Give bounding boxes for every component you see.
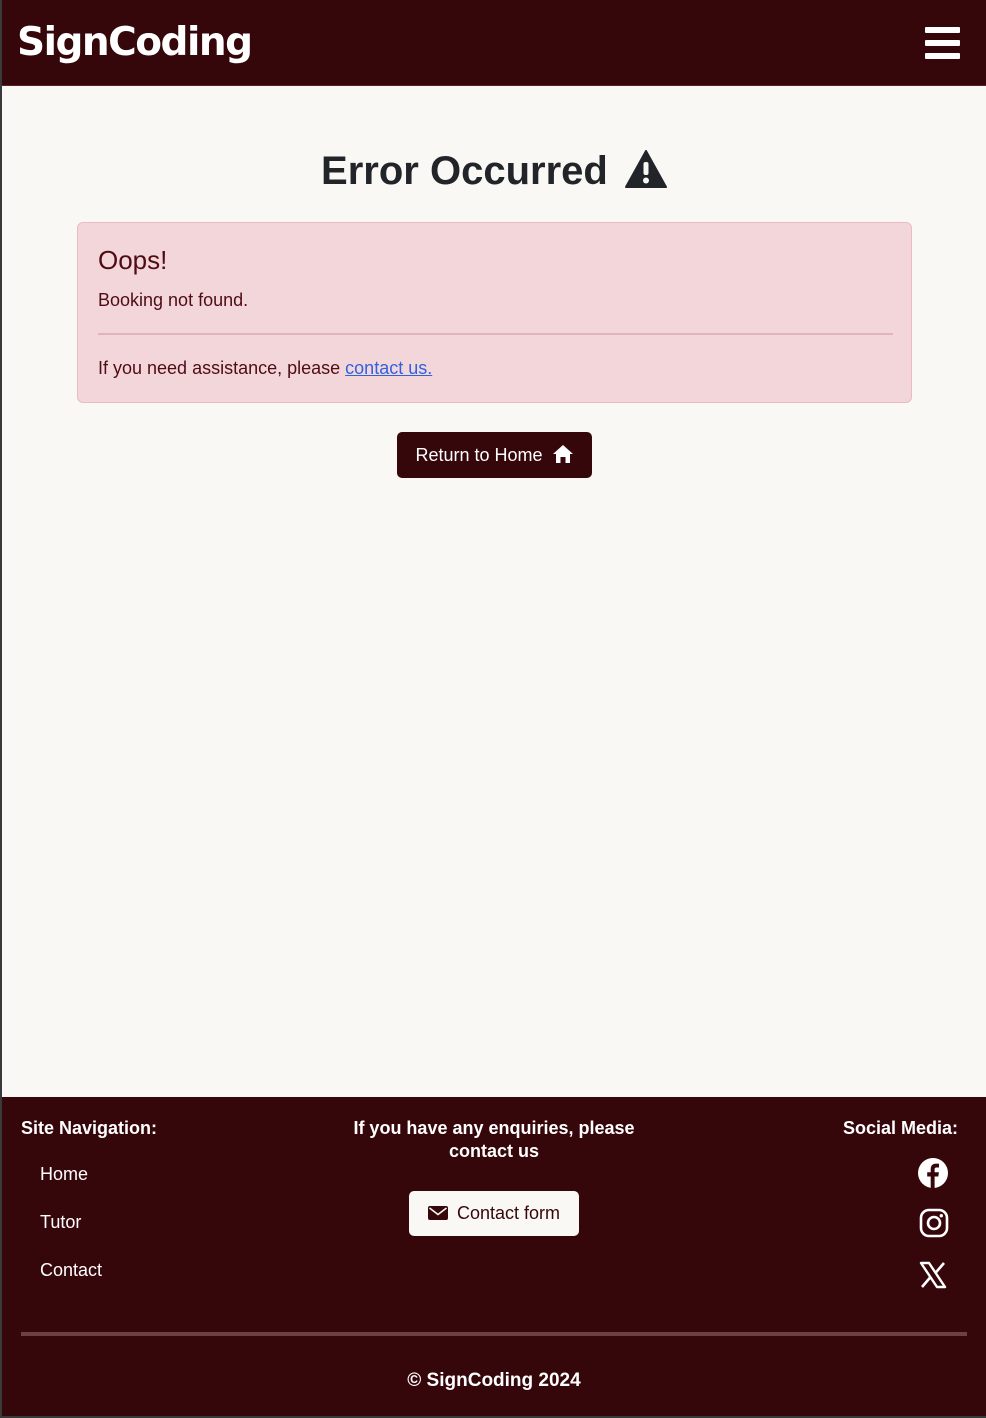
x-twitter-icon[interactable] <box>919 1261 951 1293</box>
footer-divider <box>21 1332 967 1336</box>
social-media-title: Social Media: <box>843 1118 959 1138</box>
copyright-text: © SignCoding 2024 <box>407 1370 581 1391</box>
menu-bar <box>925 40 960 46</box>
instagram-icon[interactable] <box>919 1208 951 1240</box>
navbar: SignCoding <box>2 0 986 86</box>
page-title: Error Occurred <box>2 146 986 200</box>
footer: Site Navigation: Home Tutor Contact If y… <box>2 1097 986 1416</box>
return-home-button[interactable]: Return to Home <box>397 432 592 478</box>
envelope-icon <box>427 1206 448 1220</box>
help-prefix: If you need assistance, please <box>98 358 346 378</box>
contact-form-button[interactable]: Contact form <box>409 1191 579 1236</box>
enquiry-text: If you have any enquiries, please contac… <box>353 1118 635 1161</box>
page-title-text: Error Occurred <box>321 149 608 193</box>
alert-divider <box>98 333 893 335</box>
warning-triangle-icon <box>624 150 667 200</box>
return-home-label: Return to Home <box>415 445 543 465</box>
menu-bar <box>925 53 960 59</box>
error-alert: Oops! Booking not found. If you need ass… <box>77 222 912 403</box>
alert-help-text: If you need assistance, please contact u… <box>98 357 432 379</box>
home-icon <box>552 445 573 463</box>
facebook-icon[interactable] <box>917 1157 949 1189</box>
contact-us-link[interactable]: contact us. <box>345 358 432 378</box>
alert-heading: Oops! <box>98 245 168 275</box>
footer-nav-tutor[interactable]: Tutor <box>40 1211 81 1233</box>
footer-nav-home[interactable]: Home <box>40 1163 88 1185</box>
contact-form-label: Contact form <box>456 1203 561 1223</box>
hamburger-menu-icon[interactable] <box>916 18 968 68</box>
alert-message: Booking not found. <box>98 290 249 310</box>
footer-nav-contact[interactable]: Contact <box>40 1259 102 1281</box>
menu-bar <box>925 27 960 33</box>
brand-logo[interactable]: SignCoding <box>17 18 253 68</box>
site-nav-title: Site Navigation: <box>21 1118 158 1138</box>
page: SignCoding Error Occurred Oops! Booking … <box>2 0 986 1416</box>
